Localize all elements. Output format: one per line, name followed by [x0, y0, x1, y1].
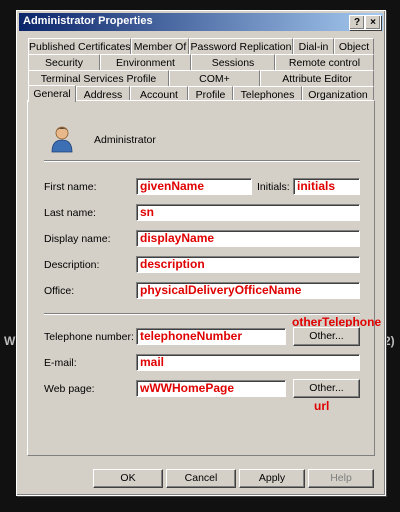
- telephone-label: Telephone number:: [44, 331, 134, 343]
- email-label: E-mail:: [44, 357, 77, 369]
- initials-label: Initials:: [257, 181, 290, 193]
- description-field[interactable]: description: [136, 256, 360, 273]
- apply-button[interactable]: Apply: [239, 469, 305, 488]
- office-field[interactable]: physicalDeliveryOfficeName: [136, 282, 360, 299]
- telephone-field[interactable]: telephoneNumber: [136, 328, 286, 345]
- user-icon: [51, 126, 73, 153]
- tab-general[interactable]: General: [28, 85, 76, 102]
- tab-published-certificates[interactable]: Published Certificates: [28, 38, 131, 54]
- office-label: Office:: [44, 285, 75, 297]
- other-web-page-button[interactable]: Other...: [293, 379, 360, 398]
- email-field[interactable]: mail: [136, 354, 360, 371]
- first-name-label: First name:: [44, 181, 97, 193]
- last-name-label: Last name:: [44, 207, 96, 219]
- tab-member-of[interactable]: Member Of: [131, 38, 189, 54]
- general-tab-panel: Administrator First name: givenName Init…: [27, 100, 381, 456]
- initials-field[interactable]: initials: [293, 178, 360, 195]
- tab-terminal-services-profile[interactable]: Terminal Services Profile: [28, 70, 169, 86]
- url-annotation: url: [314, 399, 330, 413]
- display-name-label: Display name:: [44, 233, 111, 245]
- other-telephone-button[interactable]: Other...: [293, 327, 360, 346]
- help-button[interactable]: Help: [308, 469, 374, 488]
- description-label: Description:: [44, 259, 100, 271]
- web-page-label: Web page:: [44, 383, 95, 395]
- tab-password-replication[interactable]: Password Replication: [189, 38, 293, 54]
- tab-sessions[interactable]: Sessions: [191, 54, 275, 70]
- cancel-button[interactable]: Cancel: [166, 469, 236, 488]
- tab-com-plus[interactable]: COM+: [169, 70, 260, 86]
- tab-security[interactable]: Security: [28, 54, 100, 70]
- last-name-field[interactable]: sn: [136, 204, 360, 221]
- tab-attribute-editor[interactable]: Attribute Editor: [260, 70, 374, 86]
- window-title: Administrator Properties: [23, 15, 153, 27]
- display-name-field[interactable]: displayName: [136, 230, 360, 247]
- separator-top: [44, 160, 360, 162]
- help-title-button[interactable]: ?: [349, 15, 365, 30]
- account-name-label: Administrator: [94, 134, 156, 146]
- background-text-left: W: [4, 334, 16, 348]
- tab-environment[interactable]: Environment: [100, 54, 191, 70]
- title-bar: Administrator Properties ? ×: [19, 13, 383, 31]
- tab-object[interactable]: Object: [334, 38, 374, 54]
- close-icon[interactable]: ×: [365, 15, 381, 30]
- web-page-field[interactable]: wWWHomePage: [136, 380, 286, 397]
- tab-remote-control[interactable]: Remote control: [275, 54, 374, 70]
- properties-dialog: Administrator Properties ? × Published C…: [16, 10, 386, 496]
- tab-dial-in[interactable]: Dial-in: [293, 38, 334, 54]
- first-name-field[interactable]: givenName: [136, 178, 252, 195]
- ok-button[interactable]: OK: [93, 469, 163, 488]
